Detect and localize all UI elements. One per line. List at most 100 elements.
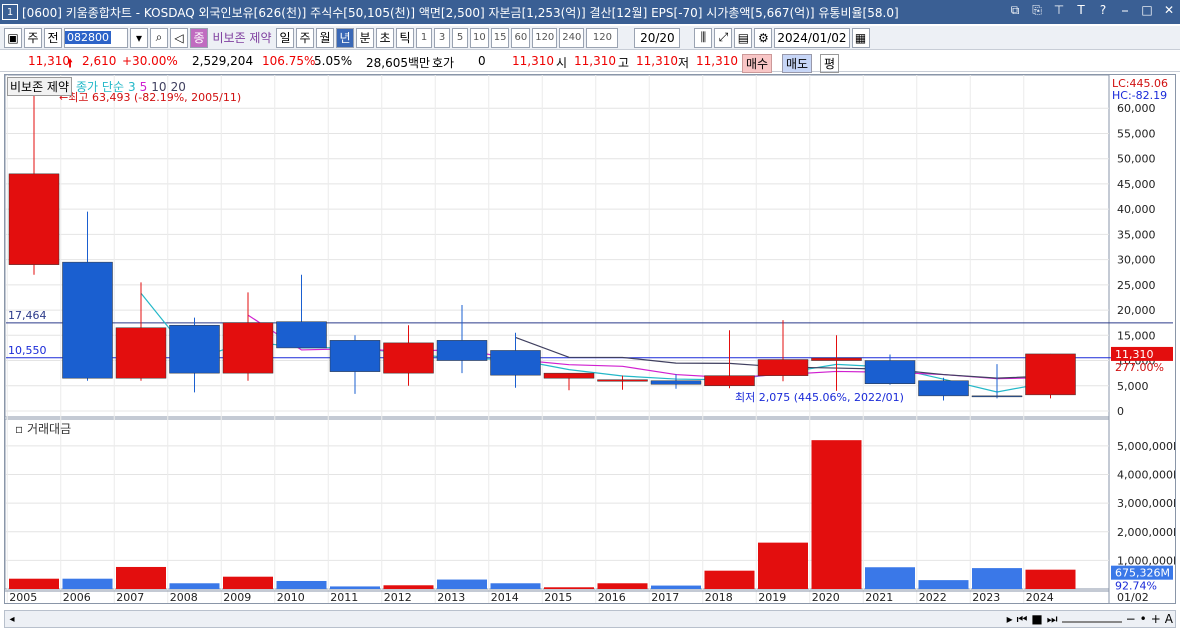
date-input[interactable]: 2024/01/02: [774, 27, 850, 48]
volume-bar: [972, 568, 1022, 589]
eval-button[interactable]: 평: [820, 54, 840, 73]
price-pct-tag: 277.00%: [1115, 361, 1164, 374]
minimize-icon[interactable]: ⎯: [1118, 3, 1132, 18]
volume-bar: [651, 585, 701, 589]
buy-button[interactable]: 매수: [742, 54, 773, 73]
candle-body: [276, 321, 327, 349]
hc-label: HC:-82.19: [1112, 89, 1167, 102]
x-tick-label: 2020: [812, 591, 840, 603]
y-tick-label: 15,000: [1117, 329, 1156, 342]
volume-bar: [918, 580, 969, 589]
zoom-reset-icon[interactable]: •: [1140, 612, 1147, 626]
window-title: [0600] 키움종합차트 - KOSDAQ 외국인보유[626(천)] 주식수…: [22, 5, 899, 20]
link-icon[interactable]: ⧉: [1008, 3, 1022, 18]
horizontal-scrollbar[interactable]: ◂ ▸ ⏮ ■ ⏭ − • + A: [4, 610, 1176, 628]
prev-button[interactable]: 전: [44, 27, 62, 48]
step-15[interactable]: 15: [490, 27, 510, 48]
zoom-out-icon[interactable]: −: [1126, 612, 1136, 626]
candle-body: [222, 322, 274, 374]
next-icon[interactable]: ▸: [1007, 612, 1013, 626]
x-tick-label: 2017: [651, 591, 679, 603]
forward-icon[interactable]: ⏭: [1047, 612, 1058, 627]
step-1[interactable]: 1: [416, 27, 432, 48]
count-input[interactable]: 20/20: [634, 27, 681, 48]
title-bar: 1 [0600] 키움종합차트 - KOSDAQ 외국인보유[626(천)] 주…: [0, 0, 1180, 24]
type-select[interactable]: 주: [24, 27, 42, 48]
period-second[interactable]: 초: [376, 27, 394, 48]
quote-label: 호가: [432, 56, 455, 70]
stock-type-icon[interactable]: 종: [190, 27, 208, 48]
step-120[interactable]: 120: [532, 27, 558, 48]
candle-body: [383, 342, 434, 374]
y-tick-label: 0: [1117, 405, 1124, 418]
candle-icon[interactable]: ⫼: [694, 27, 713, 48]
gear-icon[interactable]: ⚙: [754, 27, 773, 48]
stop-icon[interactable]: ■: [1031, 612, 1042, 626]
step-10[interactable]: 10: [470, 27, 489, 48]
period-day[interactable]: 일: [276, 27, 294, 48]
maximize-icon[interactable]: □: [1140, 3, 1154, 18]
vol-tag: 675,326M: [1115, 567, 1170, 580]
x-tick-label: 2010: [277, 591, 305, 603]
pin-icon[interactable]: ⊤: [1052, 3, 1066, 18]
scroll-left-icon[interactable]: ◂: [5, 614, 19, 625]
x-tick-label: 2016: [598, 591, 626, 603]
draw-icon[interactable]: ⤢: [714, 27, 733, 48]
vol-tick-label: 1,000,000M: [1117, 554, 1175, 567]
layout-icon[interactable]: ▣: [4, 27, 22, 48]
y-tick-label: 35,000: [1117, 228, 1156, 241]
volume-bar: [276, 580, 327, 589]
step-5[interactable]: 5: [452, 27, 468, 48]
period-tick[interactable]: 틱: [396, 27, 414, 48]
turnover: 5.05%: [314, 54, 353, 68]
period-minute[interactable]: 분: [356, 27, 374, 48]
dropdown-icon[interactable]: ▾: [130, 27, 148, 48]
help-icon[interactable]: ?: [1096, 3, 1110, 18]
period-month[interactable]: 월: [316, 27, 334, 48]
volume-bar: [811, 440, 862, 589]
search-icon[interactable]: ⌕: [150, 27, 168, 48]
sound-icon[interactable]: ◁: [170, 27, 188, 48]
code-input[interactable]: 082800: [64, 27, 128, 48]
vol-tick-label: 3,000,000M: [1117, 497, 1175, 510]
volume-bar: [169, 583, 220, 589]
volume-bar: [437, 579, 487, 589]
zoom-in-icon[interactable]: +: [1151, 612, 1161, 626]
rewind-icon[interactable]: ⏮: [1017, 612, 1028, 627]
y-tick-label: 60,000: [1117, 102, 1156, 115]
candle-body: [436, 340, 488, 361]
volume-bar: [1025, 569, 1076, 589]
auto-icon[interactable]: A: [1165, 612, 1173, 626]
step-select[interactable]: 120: [586, 27, 619, 48]
toolbar: ▣ 주 전 082800 ▾ ⌕ ◁ 종 비보존 제약 일 주 월 년 분 초 …: [0, 26, 1180, 50]
low-value: 11,310: [696, 54, 738, 68]
legend-stock-name: 비보존 제약: [7, 77, 73, 96]
volume-bar: [383, 585, 434, 589]
x-tick-label: 2023: [972, 591, 1000, 603]
volume-bar: [330, 586, 380, 589]
save-icon[interactable]: ▤: [734, 27, 753, 48]
calendar-icon[interactable]: ▦: [851, 27, 870, 48]
x-tick-label: 2007: [116, 591, 144, 603]
chart-area[interactable]: 0 5,000 10,000 15,000 20,000 25,000 30,000 35,0…: [4, 74, 1176, 604]
y-tick-label: 40,000: [1117, 203, 1156, 216]
font-icon[interactable]: T: [1074, 3, 1088, 18]
step-3[interactable]: 3: [434, 27, 450, 48]
x-tick-label: 2019: [758, 591, 786, 603]
change: 2,610: [82, 54, 117, 68]
close-icon[interactable]: ✕: [1162, 3, 1176, 18]
copy-icon[interactable]: ⎘: [1030, 3, 1044, 18]
open-value: 11,310: [574, 54, 616, 68]
high-value: 11,310: [636, 54, 678, 68]
vol-tick-label: 2,000,000M: [1117, 526, 1175, 539]
step-240[interactable]: 240: [559, 27, 585, 48]
chart-svg[interactable]: 05,00010,00015,00020,00025,00030,00035,0…: [5, 75, 1175, 603]
step-60[interactable]: 60: [511, 27, 531, 48]
legend-ma-10: 10: [151, 79, 167, 94]
y-tick-label: 25,000: [1117, 279, 1156, 292]
volume-label: ▫ 거래대금: [15, 422, 71, 436]
period-week[interactable]: 주: [296, 27, 314, 48]
period-year[interactable]: 년: [336, 27, 354, 48]
sell-button[interactable]: 매도: [782, 54, 813, 73]
zoom-slider[interactable]: [1061, 615, 1122, 623]
